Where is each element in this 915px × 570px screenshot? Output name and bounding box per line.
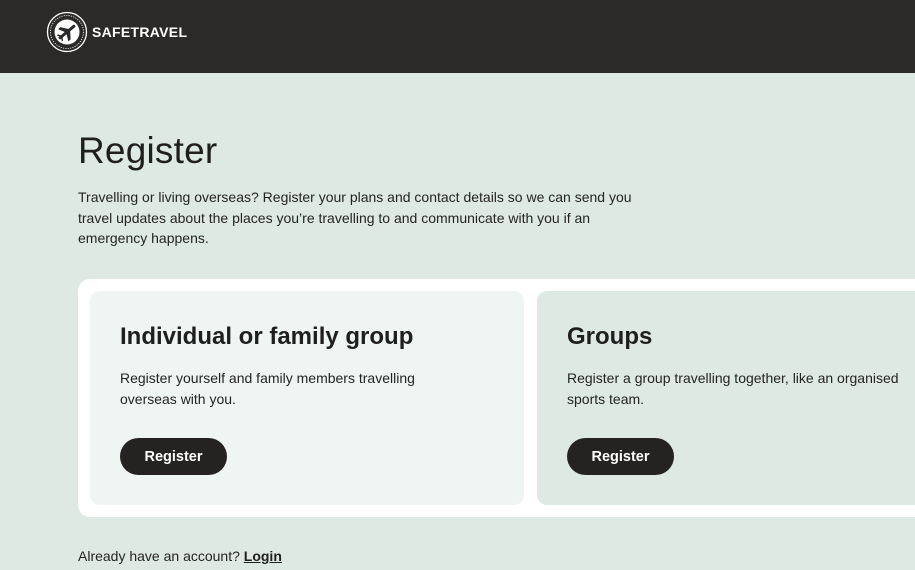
- page-title: Register: [78, 130, 218, 171]
- groups-desc-line1: Register a group travelling together, li…: [567, 370, 899, 386]
- register-groups-button[interactable]: Register: [567, 438, 674, 475]
- account-prompt-text: Already have an account?: [78, 548, 244, 564]
- individual-desc-line2: overseas with you.: [120, 391, 236, 407]
- airplane-seal-icon: [46, 11, 88, 53]
- login-prompt: Already have an account? Login: [78, 548, 282, 564]
- individual-card-description: Register yourself and family members tra…: [120, 368, 480, 410]
- groups-desc-line2: sports team.: [567, 391, 645, 407]
- register-individual-button[interactable]: Register: [120, 438, 227, 475]
- individual-desc-line1: Register yourself and family members tra…: [120, 370, 415, 386]
- groups-card: Groups Register a group travelling toget…: [537, 291, 915, 505]
- brand-name: SAFETRAVEL: [92, 24, 188, 40]
- intro-text: Travelling or living overseas? Register …: [78, 189, 632, 246]
- top-navigation-bar: SAFETRAVEL: [0, 0, 915, 73]
- individual-card-title: Individual or family group: [120, 323, 414, 350]
- groups-card-description: Register a group travelling together, li…: [567, 368, 915, 410]
- registration-options-panel: Individual or family group Register your…: [78, 279, 915, 517]
- individual-family-card: Individual or family group Register your…: [90, 291, 524, 505]
- site-logo[interactable]: SAFETRAVEL: [46, 11, 187, 53]
- groups-card-title: Groups: [567, 323, 653, 350]
- login-link[interactable]: Login: [244, 548, 282, 564]
